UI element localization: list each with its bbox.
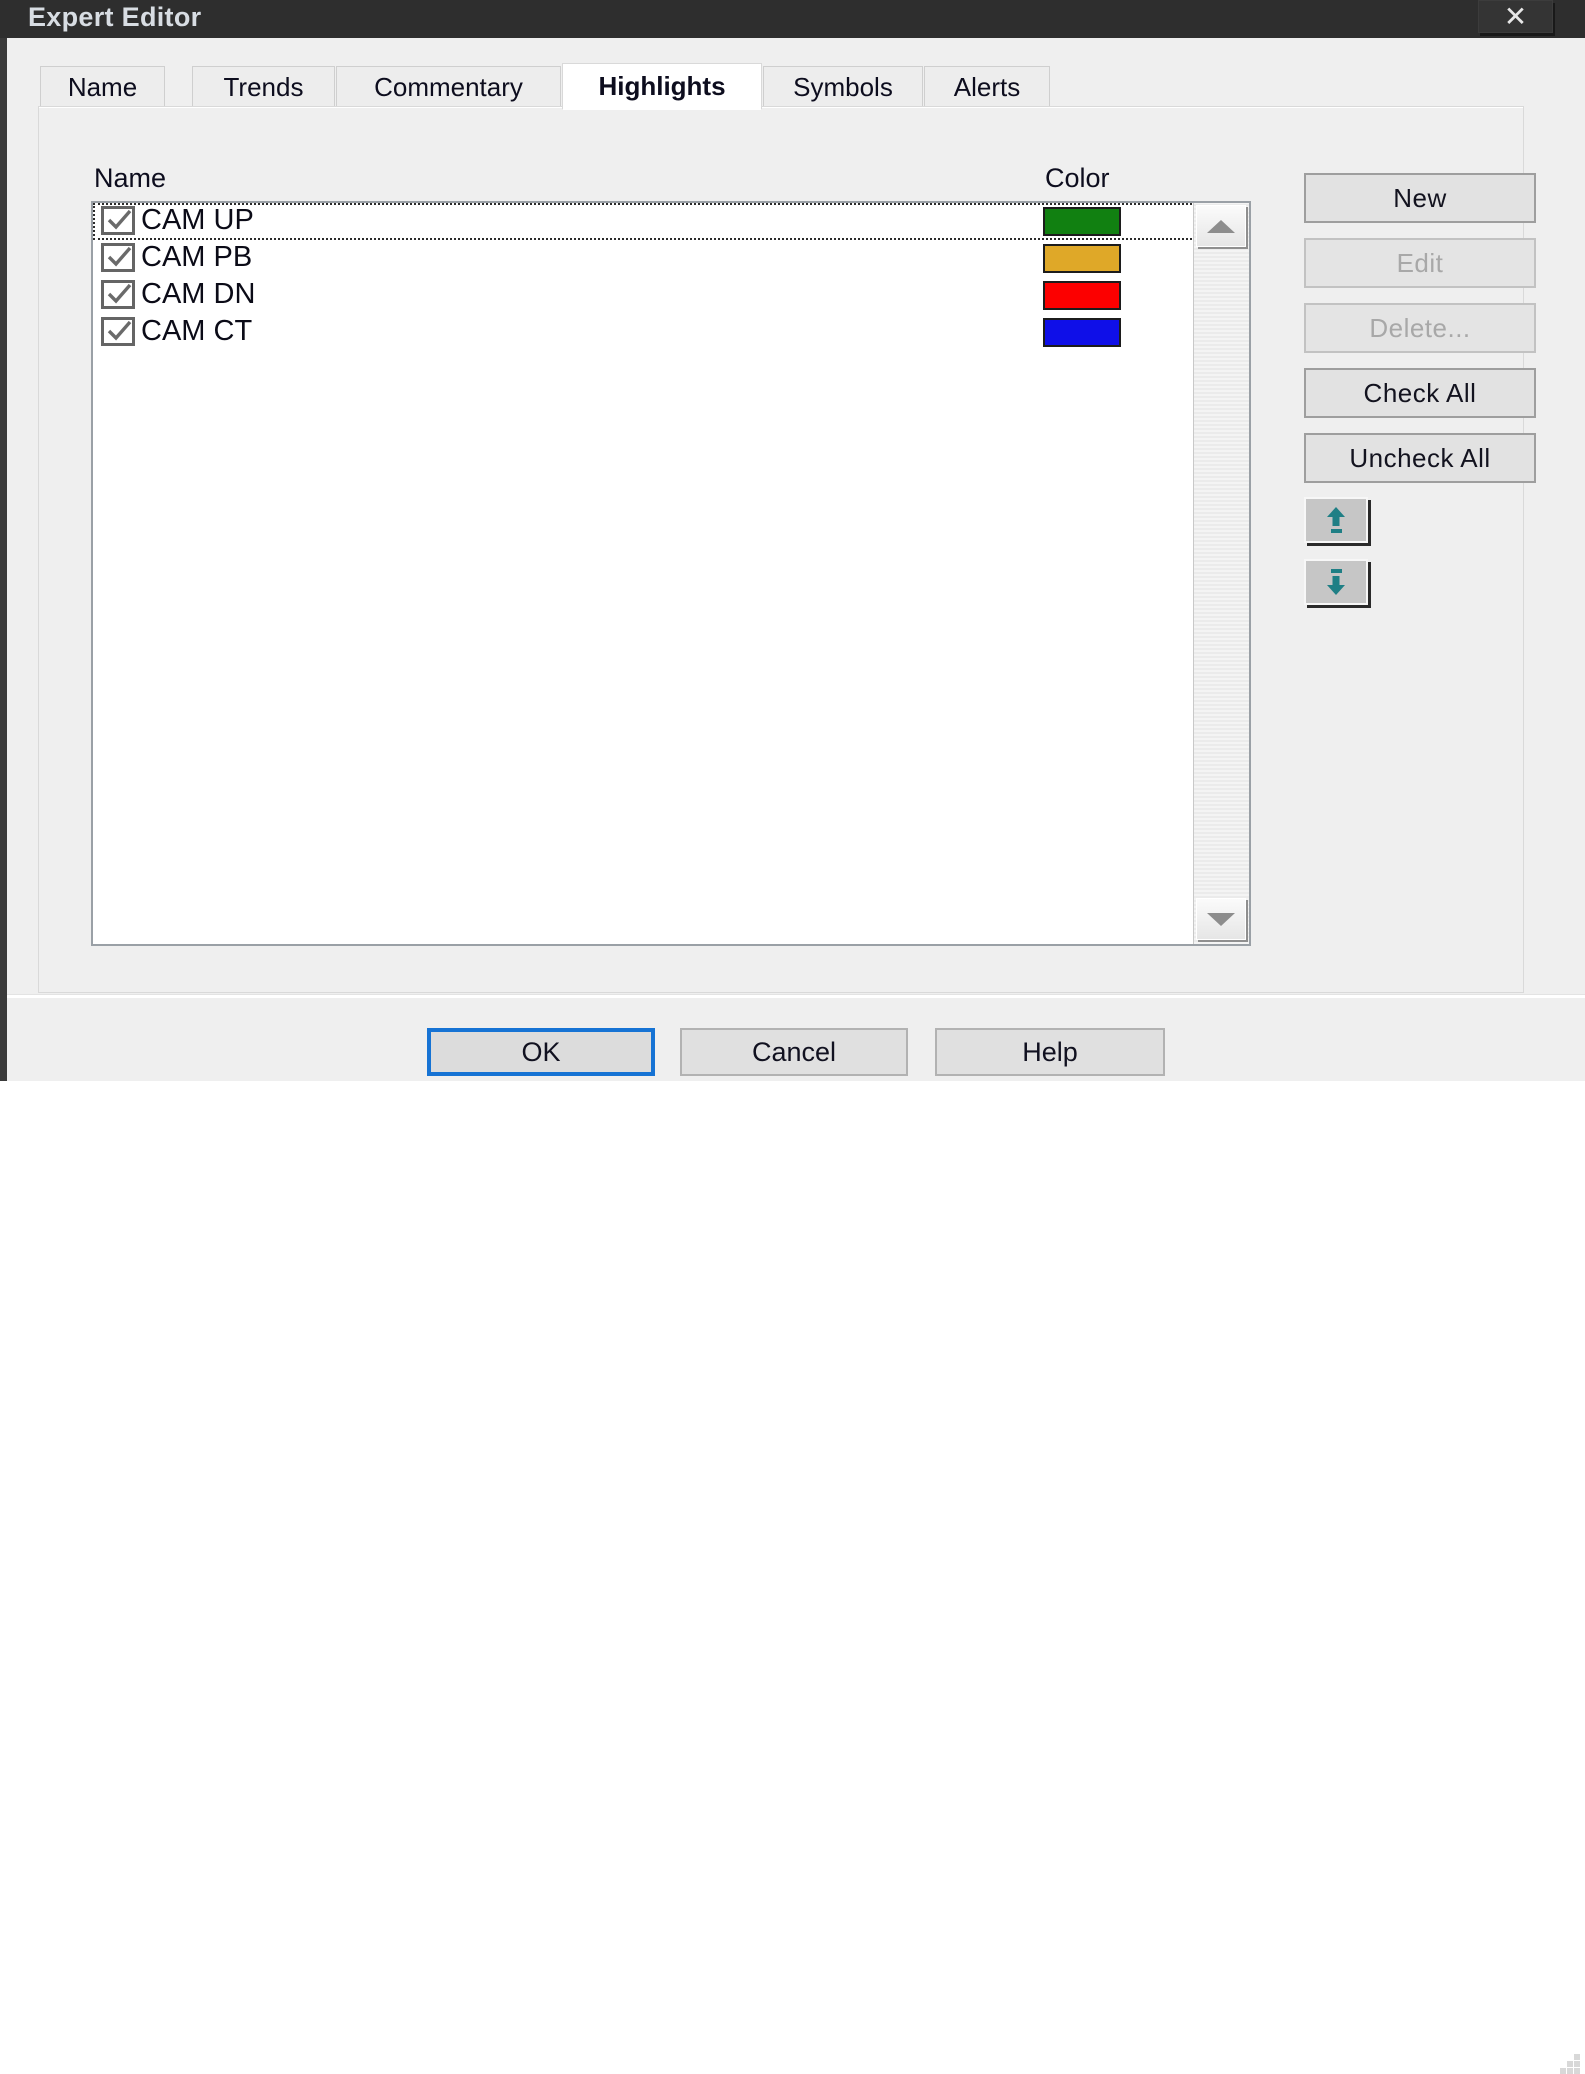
tab-label: Symbols — [793, 71, 893, 102]
help-button-label: Help — [1022, 1036, 1078, 1067]
tab-name[interactable]: Name — [40, 66, 165, 107]
scroll-up-button[interactable] — [1196, 205, 1246, 247]
scroll-up-arrow-icon — [1207, 219, 1235, 233]
highlight-color-swatch[interactable] — [1043, 318, 1121, 347]
checkmark-icon — [107, 283, 132, 304]
highlight-row[interactable]: CAM UP — [93, 203, 1216, 240]
help-button[interactable]: Help — [935, 1028, 1165, 1076]
close-button[interactable]: ✕ — [1478, 0, 1553, 33]
highlight-name: CAM UP — [141, 204, 254, 236]
check-all-button-label: Check All — [1363, 377, 1477, 408]
highlight-row[interactable]: CAM CT — [93, 314, 1216, 351]
ok-button-label: OK — [521, 1036, 561, 1067]
checkmark-icon — [107, 209, 132, 230]
highlight-row[interactable]: CAM DN — [93, 277, 1216, 314]
highlights-panel: Name Color CAM UP CAM PB CAM DN CAM CT N… — [38, 106, 1536, 993]
highlight-name: CAM PB — [141, 241, 253, 273]
highlight-name: CAM CT — [141, 315, 253, 347]
dialog-body: Name Trends Commentary Highlights Symbol… — [0, 38, 1585, 2074]
bottom-button-bar: OK Cancel Help — [7, 998, 1585, 2074]
new-button-label: New — [1393, 182, 1447, 213]
move-up-button[interactable] — [1304, 497, 1368, 543]
check-all-button[interactable]: Check All — [1304, 368, 1536, 418]
move-down-arrow-icon — [1327, 569, 1345, 595]
new-button[interactable]: New — [1304, 173, 1536, 223]
delete-button-label: Delete... — [1369, 312, 1471, 343]
edit-button-label: Edit — [1396, 247, 1444, 278]
cancel-button[interactable]: Cancel — [680, 1028, 908, 1076]
tab-label: Highlights — [598, 71, 726, 101]
cancel-button-label: Cancel — [751, 1036, 837, 1067]
ok-button[interactable]: OK — [427, 1028, 655, 1076]
highlight-checkbox[interactable] — [101, 280, 135, 309]
highlight-checkbox[interactable] — [101, 317, 135, 346]
title-bar: Expert Editor ✕ — [0, 0, 1585, 38]
tab-highlights[interactable]: Highlights — [562, 63, 762, 110]
uncheck-all-button-label: Uncheck All — [1349, 442, 1491, 473]
uncheck-all-button[interactable]: Uncheck All — [1304, 433, 1536, 483]
tab-alerts[interactable]: Alerts — [924, 66, 1050, 107]
tab-label: Trends — [223, 71, 304, 102]
scroll-down-arrow-icon — [1207, 912, 1235, 926]
scroll-down-button[interactable] — [1196, 898, 1246, 940]
dialog-inner: Name Trends Commentary Highlights Symbol… — [7, 38, 1585, 2074]
highlight-color-swatch[interactable] — [1043, 281, 1121, 310]
window-title: Expert Editor — [28, 2, 202, 32]
tab-label: Alerts — [953, 71, 1021, 102]
highlight-color-swatch[interactable] — [1043, 244, 1121, 273]
highlight-color-swatch[interactable] — [1043, 207, 1121, 236]
highlight-checkbox[interactable] — [101, 206, 135, 235]
delete-button: Delete... — [1304, 303, 1536, 353]
highlight-checkbox[interactable] — [101, 243, 135, 272]
resize-grip[interactable] — [1560, 2054, 1582, 2074]
tab-strip: Name Trends Commentary Highlights Symbol… — [40, 63, 1540, 110]
tab-label: Name — [67, 71, 138, 102]
edit-button: Edit — [1304, 238, 1536, 288]
tab-commentary[interactable]: Commentary — [336, 66, 561, 107]
checkmark-icon — [107, 320, 132, 341]
tab-label: Commentary — [374, 71, 523, 102]
vertical-scrollbar[interactable] — [1193, 203, 1249, 944]
highlight-row[interactable]: CAM PB — [93, 240, 1216, 277]
close-icon: ✕ — [1503, 0, 1528, 33]
move-up-arrow-icon — [1327, 507, 1345, 533]
checkmark-icon — [107, 246, 132, 267]
move-down-button[interactable] — [1304, 559, 1368, 605]
tab-symbols[interactable]: Symbols — [763, 66, 923, 107]
highlights-list: CAM UP CAM PB CAM DN CAM CT — [93, 203, 1216, 351]
highlights-listbox[interactable]: CAM UP CAM PB CAM DN CAM CT — [91, 201, 1251, 946]
tab-trends[interactable]: Trends — [192, 66, 335, 107]
expert-editor-window: Expert Editor ✕ Name Trends Commentary H… — [0, 0, 1585, 2074]
column-header-color: Color — [1045, 163, 1110, 193]
highlight-name: CAM DN — [141, 278, 256, 310]
column-header-name: Name — [94, 163, 167, 193]
